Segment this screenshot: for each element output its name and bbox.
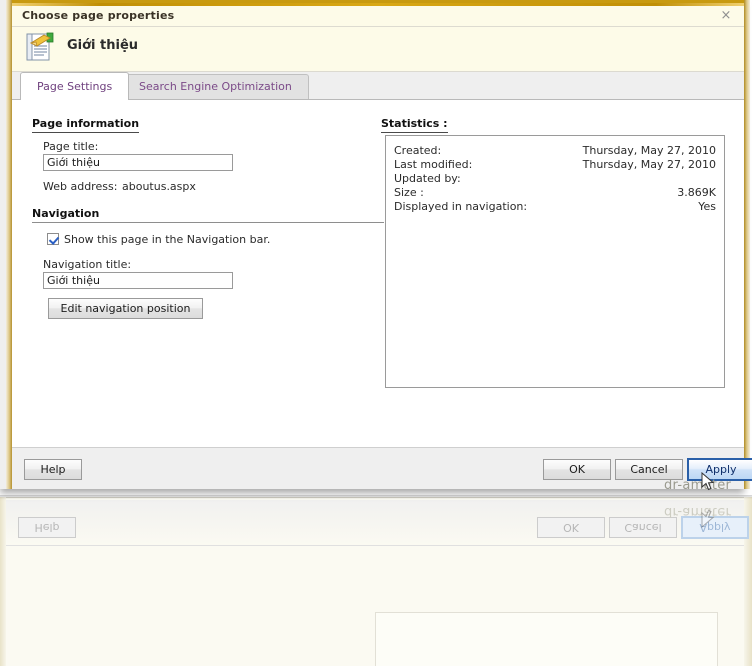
navigation-title-input[interactable]	[43, 272, 233, 289]
dialog-body: Page information Page title: Web address…	[12, 99, 744, 447]
statistics-value: 3.869K	[677, 186, 716, 199]
tab-page-settings[interactable]: Page Settings	[20, 72, 130, 100]
apply-button[interactable]: Apply	[687, 458, 752, 481]
statistics-key: Size :	[394, 186, 424, 199]
statistics-key: Last modified:	[394, 158, 473, 171]
statistics-row: Updated by:	[394, 172, 716, 186]
backdrop-content-panel	[375, 612, 718, 666]
navigation-heading: Navigation	[32, 207, 384, 223]
page-title-input[interactable]	[43, 154, 233, 171]
reflection-help-button: Help	[18, 517, 76, 538]
dialog-titlebar: Choose page properties ×	[12, 0, 744, 27]
web-address-label: Web address:	[43, 180, 118, 193]
statistics-value: Thursday, May 27, 2010	[582, 158, 716, 171]
statistics-row: Created: Thursday, May 27, 2010	[394, 144, 716, 158]
reflection-edge	[0, 495, 752, 499]
statistics-key: Displayed in navigation:	[394, 200, 528, 213]
page-name-heading: Giới thiệu	[67, 38, 139, 53]
titlebar-accent-bar	[12, 3, 744, 6]
page-edit-icon	[26, 32, 54, 61]
screen: Help OK Cancel Apply dr-amater Choose pa…	[0, 0, 752, 666]
dialog-footer: Help OK Cancel Apply	[12, 447, 752, 489]
statistics-value: Yes	[698, 200, 716, 213]
page-title-label: Page title:	[43, 140, 99, 153]
show-in-navigation-label: Show this page in the Navigation bar.	[64, 233, 271, 246]
edit-navigation-position-button[interactable]: Edit navigation position	[48, 298, 203, 319]
dialog-title: Choose page properties	[22, 9, 175, 22]
page-properties-dialog: Choose page properties × Giới thiệu Page…	[0, 0, 752, 489]
statistics-value: Thursday, May 27, 2010	[582, 144, 716, 157]
statistics-row: Last modified: Thursday, May 27, 2010	[394, 158, 716, 172]
reflection-ok-button: OK	[537, 517, 605, 538]
page-information-heading: Page information	[32, 117, 140, 133]
reflection-apply-button: Apply	[681, 516, 749, 539]
statistics-row: Displayed in navigation: Yes	[394, 200, 716, 214]
navigation-title-label: Navigation title:	[43, 258, 132, 271]
web-address-value: aboutus.aspx	[122, 180, 196, 193]
cancel-button[interactable]: Cancel	[615, 459, 683, 480]
tab-search-engine-optimization[interactable]: Search Engine Optimization	[122, 74, 309, 99]
statistics-key: Created:	[394, 144, 442, 157]
help-button[interactable]: Help	[24, 459, 82, 480]
tab-strip: Page Settings Search Engine Optimization	[12, 72, 744, 100]
dialog-right-border	[744, 0, 750, 489]
close-icon[interactable]: ×	[719, 9, 733, 23]
dialog-header: Giới thiệu	[12, 27, 744, 72]
statistics-heading: Statistics :	[381, 117, 448, 133]
statistics-panel: Created: Thursday, May 27, 2010 Last mod…	[385, 135, 725, 388]
ok-button[interactable]: OK	[543, 459, 611, 480]
reflection-cancel-button: Cancel	[609, 517, 677, 538]
statistics-key: Updated by:	[394, 172, 461, 185]
statistics-row: Size : 3.869K	[394, 186, 716, 200]
show-in-navigation-checkbox[interactable]	[47, 233, 59, 245]
